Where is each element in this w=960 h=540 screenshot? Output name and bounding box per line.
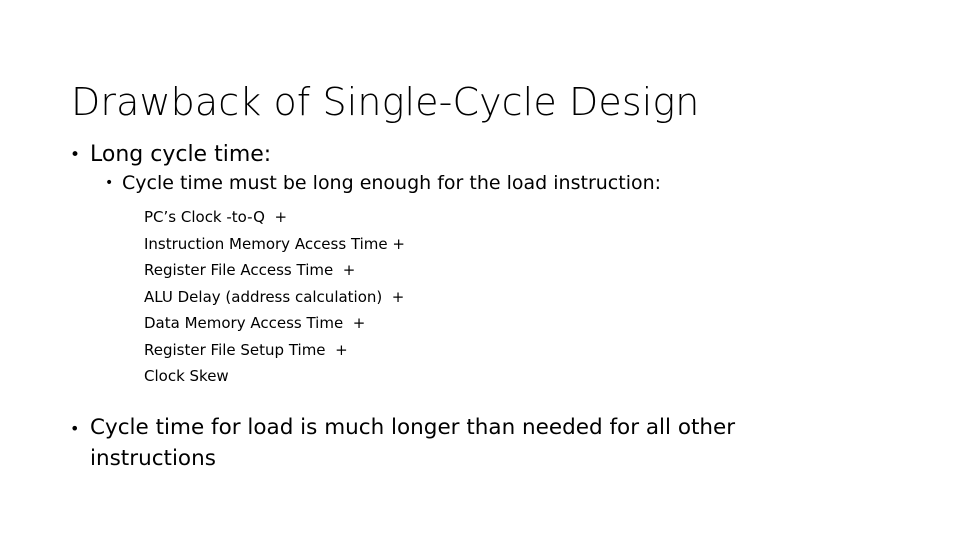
list-item: ALU Delay (address calculation) + [144,287,405,306]
bullet-level1-label: Cycle time for load is much longer than … [90,414,736,471]
list-item: Register File Access Time + [144,261,356,279]
slide-body-placeholder: • Long cycle time: • Cycle time must be … [0,140,960,474]
list-item: Data Memory Access Time + [144,314,366,332]
bullet-level2-label: Cycle time must be long enough for the l… [122,172,662,194]
bullet-level1-label: Long cycle time: [90,142,272,167]
bullet-dot-icon: • [105,175,114,191]
bullet-level1-long-cycle-time: • Long cycle time: [0,140,960,170]
list-item: PC’s Clock -to-Q + [144,208,288,226]
bullet-dot-icon: • [70,145,81,165]
list-item: Clock Skew [144,367,229,385]
bullet-level1-cycle-time-for-load: • Cycle time for load is much longer tha… [0,412,960,474]
slide-canvas: Drawback of Single-Cycle Design • Long c… [0,0,960,540]
bullet-level2-cycle-time-requirement: • Cycle time must be long enough for the… [0,170,960,197]
list-item: Instruction Memory Access Time + [144,234,405,253]
delay-component-list: PC’s Clock -to-Q + Instruction Memory Ac… [0,204,960,390]
page-title: Drawback of Single-Cycle Design [71,80,700,125]
bullet-dot-icon: • [70,418,80,438]
list-item: Register File Setup Time + [144,340,348,359]
